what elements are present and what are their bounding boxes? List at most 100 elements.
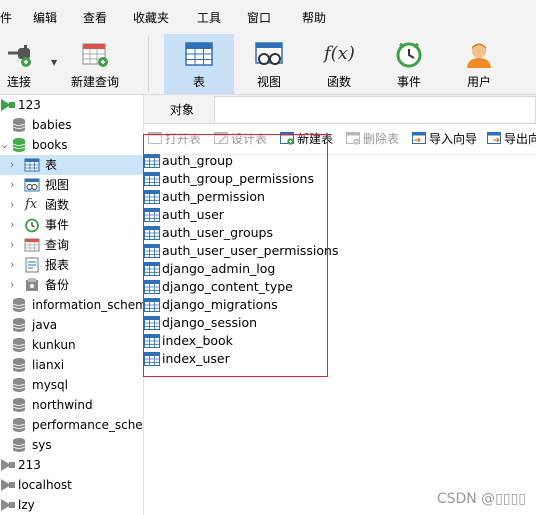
function-icon: fx [25,197,38,212]
table-list-item[interactable]: auth_user [144,206,328,224]
database-icon [12,118,26,132]
table-list-item[interactable]: django_content_type [144,278,328,296]
expand-arrow-icon[interactable]: › [10,198,20,212]
new-table-label: 新建表 [297,132,334,146]
menu-help[interactable]: 帮助 [302,10,326,26]
table-list-item[interactable]: auth_permission [144,188,328,206]
import-wizard-label: 导入向导 [429,132,478,146]
table-name: auth_group_permissions [162,171,314,186]
open-table-button[interactable]: 打开表 [148,131,201,149]
tree-item-database[interactable]: sys [0,435,143,455]
tree-item-label: localhost [18,478,72,492]
tree-item-label: books [32,138,68,152]
navigation-tree: 123 babies ⌄ books › 表 › 视图 › fx 函数 › 事件… [0,95,144,515]
expand-arrow-icon[interactable]: › [10,158,20,172]
menu-window[interactable]: 窗口 [247,10,271,26]
design-table-icon [214,132,228,144]
tree-item-functions[interactable]: › fx 函数 [0,195,143,215]
user-tool-button[interactable]: 用户 [444,34,514,94]
collapse-arrow-icon[interactable]: ⌄ [0,138,10,152]
database-open-icon [12,138,26,152]
menu-edit[interactable]: 编辑 [33,10,57,26]
table-name: auth_user [162,207,224,222]
tree-item-label: babies [32,118,72,132]
connect-button[interactable]: 连接 [0,34,52,94]
tree-item-database[interactable]: java [0,315,143,335]
expand-arrow-icon[interactable]: › [10,278,20,292]
tree-item-database[interactable]: performance_schema [0,415,143,435]
table-list-item[interactable]: auth_user_user_permissions [144,242,338,260]
expand-arrow-icon[interactable]: › [10,238,20,252]
expand-arrow-icon[interactable]: › [10,178,20,192]
delete-table-button[interactable]: 删除表 [346,131,399,149]
tree-item-database[interactable]: babies [0,115,143,135]
table-list-item[interactable]: django_migrations [144,296,328,314]
design-table-label: 设计表 [231,132,268,146]
expand-arrow-icon[interactable]: › [10,258,20,272]
tree-item-database[interactable]: information_schema [0,295,143,315]
view-icon [255,42,283,65]
tree-item-label: lzy [18,498,35,512]
tree-item-connection-123[interactable]: 123 [0,95,143,115]
table-list-item[interactable]: auth_group [144,152,328,170]
menu-favorites[interactable]: 收藏夹 [133,10,169,26]
menu-tools[interactable]: 工具 [197,10,221,26]
open-table-label: 打开表 [165,132,202,146]
main-toolbar: 连接 ▼ 新建查询 表 视图 f(x) 函数 事件 用户 [0,32,536,95]
function-icon: f(x) [324,43,355,64]
event-tool-button[interactable]: 事件 [374,34,444,94]
tree-item-connection[interactable]: localhost [0,475,143,495]
export-wizard-label: 导出向 [504,132,536,146]
tree-item-backups[interactable]: › 备份 [0,275,143,295]
tree-item-label: 123 [18,98,41,112]
table-name: django_content_type [162,279,293,294]
menu-view[interactable]: 查看 [83,10,107,26]
connection-icon [1,479,15,491]
expand-arrow-icon[interactable]: › [10,218,20,232]
table-icon [144,316,160,330]
new-query-label: 新建查询 [70,75,119,89]
tree-item-database-books[interactable]: ⌄ books [0,135,143,155]
tree-item-database[interactable]: kunkun [0,335,143,355]
database-icon [12,378,26,392]
table-name: django_admin_log [162,261,276,276]
tree-item-events[interactable]: › 事件 [0,215,143,235]
table-icon [144,262,160,276]
function-tool-button[interactable]: f(x) 函数 [304,34,374,94]
delete-table-label: 删除表 [363,132,400,146]
table-list-item[interactable]: auth_user_groups [144,224,328,242]
plug-icon [8,45,31,67]
table-icon [144,334,160,348]
table-icon [144,226,160,240]
table-list-item[interactable]: index_book [144,332,328,350]
user-tool-label: 用户 [466,75,491,89]
table-list-item[interactable]: auth_group_permissions [144,170,328,188]
new-table-button[interactable]: 新建表 [280,131,333,149]
table-list-item[interactable]: index_user [144,350,328,368]
import-wizard-button[interactable]: 导入向导 [412,131,477,149]
backup-icon [26,278,38,291]
tree-item-reports[interactable]: › 报表 [0,255,143,275]
tab-objects[interactable]: 对象 [152,97,212,123]
tree-item-label: 表 [45,158,58,172]
table-list-item[interactable]: django_admin_log [144,260,328,278]
table-tool-button[interactable]: 表 [164,34,234,94]
tree-item-connection[interactable]: 213 [0,455,143,475]
table-list-item[interactable]: django_session [144,314,328,332]
connect-dropdown-icon[interactable]: ▼ [51,58,57,67]
view-tool-button[interactable]: 视图 [234,34,304,94]
table-icon [144,352,160,366]
tree-item-views[interactable]: › 视图 [0,175,143,195]
design-table-button[interactable]: 设计表 [214,131,267,149]
tree-item-connection[interactable]: lzy [0,495,143,515]
tab-bar: 对象 [144,95,536,124]
new-query-button[interactable]: 新建查询 [62,34,128,94]
tree-item-database[interactable]: lianxi [0,355,143,375]
tree-item-queries[interactable]: › 查询 [0,235,143,255]
tree-item-tables[interactable]: › 表 [0,155,143,175]
tree-item-database[interactable]: northwind [0,395,143,415]
table-icon [144,172,160,186]
menu-file[interactable]: 件 [0,10,12,26]
export-wizard-button[interactable]: 导出向 [487,131,536,149]
tree-item-database[interactable]: mysql [0,375,143,395]
